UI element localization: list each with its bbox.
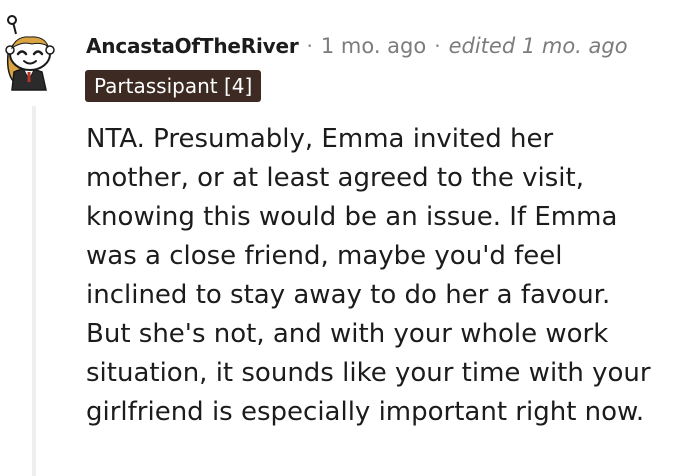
comment-header: AncastaOfTheRiver · 1 mo. ago · edited 1… — [86, 30, 628, 62]
comment-text-line: was a close friend, maybe you'd feel — [86, 241, 563, 271]
author-username[interactable]: AncastaOfTheRiver — [86, 34, 299, 58]
comment-timestamp[interactable]: 1 mo. ago — [321, 34, 426, 58]
comment-body: NTA. Presumably, Emma invited her mother… — [86, 120, 698, 432]
user-avatar[interactable] — [2, 14, 66, 92]
comment-text-line: inclined to stay away to do her a favour… — [86, 280, 611, 310]
meta-separator: · — [306, 34, 313, 58]
comment-text-line: knowing this would be an issue. If Emma — [86, 202, 618, 232]
comment-text-line: girlfriend is especially important right… — [86, 397, 645, 427]
comment-text-line: NTA. Presumably, Emma invited her — [86, 124, 554, 154]
comment-text-line: situation, it sounds like your time with… — [86, 358, 651, 388]
edited-label: edited 1 mo. ago — [448, 34, 628, 58]
thread-line[interactable] — [32, 106, 36, 476]
user-flair: Partassipant [4] — [85, 70, 262, 102]
snoo-avatar-icon — [5, 15, 55, 91]
meta-separator: · — [434, 34, 441, 58]
comment-text-line: But she's not, and with your whole work — [86, 319, 609, 349]
comment-text-line: mother, or at least agreed to the visit, — [86, 163, 584, 193]
